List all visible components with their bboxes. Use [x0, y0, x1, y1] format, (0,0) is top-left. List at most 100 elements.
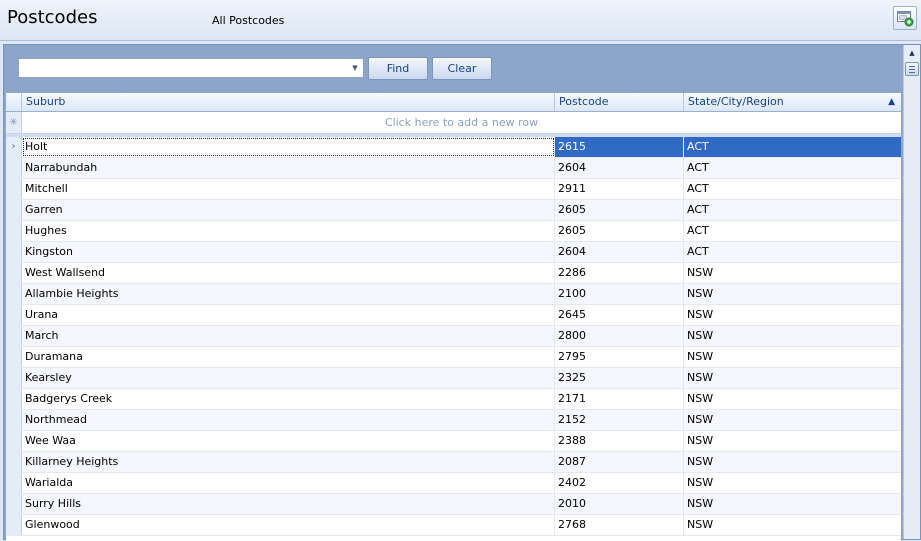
cell-suburb[interactable]: Wee Waa [22, 431, 555, 451]
row-indicator[interactable] [6, 389, 22, 409]
cell-state[interactable]: NSW [684, 368, 901, 388]
row-indicator[interactable] [6, 347, 22, 367]
cell-state[interactable]: NSW [684, 389, 901, 409]
cell-postcode[interactable]: 2768 [555, 515, 684, 535]
table-row[interactable]: Garren 2605 ACT [6, 200, 901, 221]
cell-postcode[interactable]: 2152 [555, 410, 684, 430]
cell-postcode[interactable]: 2795 [555, 347, 684, 367]
row-indicator[interactable] [6, 179, 22, 199]
cell-suburb[interactable]: West Wallsend [22, 263, 555, 283]
cell-suburb[interactable]: Urana [22, 305, 555, 325]
search-combobox[interactable]: ▼ [18, 58, 364, 78]
row-indicator[interactable] [6, 368, 22, 388]
table-row[interactable]: › Holt 2615 ACT [6, 137, 901, 158]
cell-state[interactable]: ACT [684, 137, 901, 157]
table-row[interactable]: Urana 2645 NSW [6, 305, 901, 326]
row-indicator[interactable] [6, 326, 22, 346]
cell-suburb[interactable]: Hughes [22, 221, 555, 241]
cell-postcode[interactable]: 2605 [555, 221, 684, 241]
cell-state[interactable]: ACT [684, 179, 901, 199]
row-indicator[interactable] [6, 410, 22, 430]
cell-state[interactable]: NSW [684, 305, 901, 325]
row-indicator[interactable] [6, 158, 22, 178]
row-indicator[interactable] [6, 515, 22, 535]
table-row[interactable]: Mitchell 2911 ACT [6, 179, 901, 200]
cell-postcode[interactable]: 2800 [555, 326, 684, 346]
cell-state[interactable]: ACT [684, 158, 901, 178]
table-row[interactable]: Badgerys Creek 2171 NSW [6, 389, 901, 410]
table-row[interactable]: Duramana 2795 NSW [6, 347, 901, 368]
cell-postcode[interactable]: 2171 [555, 389, 684, 409]
table-row[interactable]: Kingston 2604 ACT [6, 242, 901, 263]
cell-postcode[interactable]: 2402 [555, 473, 684, 493]
cell-state[interactable]: NSW [684, 410, 901, 430]
vertical-scrollbar[interactable]: ▲ [903, 45, 920, 539]
table-row[interactable]: Glenwood 2768 NSW [6, 515, 901, 536]
cell-suburb[interactable]: Duramana [22, 347, 555, 367]
cell-state[interactable]: NSW [684, 494, 901, 514]
scroll-thumb[interactable] [905, 62, 919, 76]
cell-suburb[interactable]: March [22, 326, 555, 346]
row-indicator[interactable] [6, 284, 22, 304]
row-indicator[interactable] [6, 242, 22, 262]
find-button[interactable]: Find [368, 57, 428, 80]
table-row[interactable]: Wee Waa 2388 NSW [6, 431, 901, 452]
cell-postcode[interactable]: 2087 [555, 452, 684, 472]
cell-postcode[interactable]: 2604 [555, 242, 684, 262]
current-row-arrow-icon[interactable]: › [6, 137, 22, 157]
row-indicator[interactable] [6, 452, 22, 472]
cell-state[interactable]: NSW [684, 326, 901, 346]
cell-state[interactable]: ACT [684, 200, 901, 220]
row-indicator[interactable] [6, 494, 22, 514]
cell-state[interactable]: ACT [684, 242, 901, 262]
column-header-state[interactable]: State/City/Region ▲ [684, 93, 901, 111]
cell-postcode[interactable]: 2100 [555, 284, 684, 304]
row-indicator[interactable] [6, 431, 22, 451]
cell-state[interactable]: NSW [684, 263, 901, 283]
cell-postcode[interactable]: 2325 [555, 368, 684, 388]
row-indicator[interactable] [6, 221, 22, 241]
cell-suburb[interactable]: Badgerys Creek [22, 389, 555, 409]
cell-suburb[interactable]: Northmead [22, 410, 555, 430]
clear-button[interactable]: Clear [432, 57, 492, 80]
cell-suburb[interactable]: Mitchell [22, 179, 555, 199]
cell-suburb[interactable]: Killarney Heights [22, 452, 555, 472]
table-row[interactable]: Northmead 2152 NSW [6, 410, 901, 431]
cell-suburb[interactable]: Garren [22, 200, 555, 220]
cell-postcode[interactable]: 2604 [555, 158, 684, 178]
cell-state[interactable]: ACT [684, 221, 901, 241]
cell-suburb[interactable]: Warialda [22, 473, 555, 493]
cell-state[interactable]: NSW [684, 515, 901, 535]
row-indicator[interactable] [6, 263, 22, 283]
cell-state[interactable]: NSW [684, 347, 901, 367]
cell-state[interactable]: NSW [684, 284, 901, 304]
chevron-down-icon[interactable]: ▼ [349, 61, 361, 75]
cell-suburb[interactable]: Narrabundah [22, 158, 555, 178]
cell-postcode[interactable]: 2605 [555, 200, 684, 220]
column-header-postcode[interactable]: Postcode [555, 93, 684, 111]
cell-postcode[interactable]: 2911 [555, 179, 684, 199]
table-row[interactable]: Warialda 2402 NSW [6, 473, 901, 494]
table-row[interactable]: Killarney Heights 2087 NSW [6, 452, 901, 473]
window-restore-button[interactable] [893, 6, 917, 30]
new-row[interactable]: ✳ Click here to add a new row [6, 112, 901, 134]
table-row[interactable]: March 2800 NSW [6, 326, 901, 347]
column-header-suburb[interactable]: Suburb [22, 93, 555, 111]
cell-suburb[interactable]: Kingston [22, 242, 555, 262]
new-row-prompt[interactable]: Click here to add a new row [22, 112, 901, 133]
cell-suburb[interactable]: Surry Hills [22, 494, 555, 514]
cell-suburb[interactable]: Allambie Heights [22, 284, 555, 304]
row-indicator[interactable] [6, 473, 22, 493]
table-row[interactable]: Hughes 2605 ACT [6, 221, 901, 242]
cell-state[interactable]: NSW [684, 473, 901, 493]
cell-state[interactable]: NSW [684, 452, 901, 472]
table-row[interactable]: Allambie Heights 2100 NSW [6, 284, 901, 305]
scroll-up-arrow-icon[interactable]: ▲ [905, 47, 919, 60]
cell-postcode[interactable]: 2615 [555, 137, 684, 157]
cell-suburb[interactable]: Holt [22, 137, 555, 157]
row-indicator[interactable] [6, 305, 22, 325]
cell-postcode[interactable]: 2286 [555, 263, 684, 283]
cell-postcode[interactable]: 2388 [555, 431, 684, 451]
cell-postcode[interactable]: 2645 [555, 305, 684, 325]
table-row[interactable]: Narrabundah 2604 ACT [6, 158, 901, 179]
